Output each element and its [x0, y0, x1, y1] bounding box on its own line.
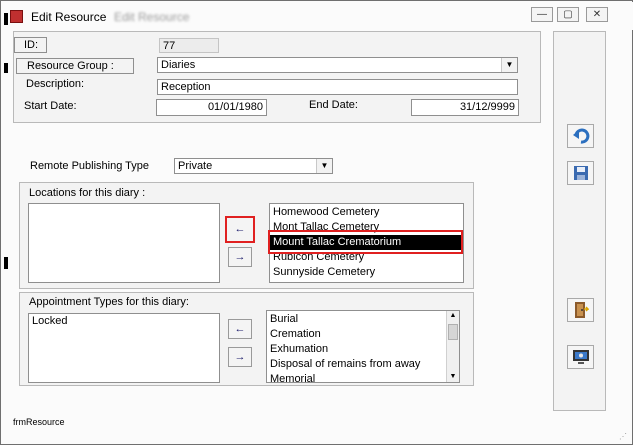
remote-publishing-label: Remote Publishing Type: [30, 160, 150, 172]
remote-publishing-dropdown[interactable]: Private ▼: [174, 158, 333, 174]
arrow-right-icon: →: [234, 351, 246, 363]
edge-mark: [4, 13, 8, 25]
scrollbar[interactable]: ▲ ▼: [446, 311, 459, 382]
selected-appointment-types-list[interactable]: Locked: [28, 313, 220, 383]
details-panel: ID: 77 Resource Group : Diaries ▼ Descri…: [13, 31, 541, 123]
scroll-up-icon[interactable]: ▲: [447, 311, 459, 321]
action-sidebar: [553, 31, 606, 411]
arrow-right-icon: →: [234, 251, 246, 263]
id-label: ID:: [14, 37, 47, 53]
maximize-button[interactable]: ▢: [557, 7, 579, 22]
resource-group-label: Resource Group :: [16, 58, 134, 74]
start-date-field[interactable]: 01/01/1980: [156, 99, 267, 116]
selected-locations-list[interactable]: [28, 203, 220, 283]
list-item[interactable]: Disposal of remains from away: [267, 357, 459, 372]
resize-grip-icon[interactable]: ⋰: [619, 432, 629, 442]
remove-location-button[interactable]: →: [228, 247, 252, 267]
form-name-label: frmResource: [13, 417, 65, 427]
locations-panel: Locations for this diary : ← → Homewood …: [19, 182, 474, 289]
resource-group-value: Diaries: [161, 59, 196, 71]
app-icon: [10, 10, 23, 23]
description-label: Description:: [26, 78, 85, 90]
remote-publishing-value: Private: [178, 160, 213, 172]
arrow-left-icon: ←: [234, 223, 246, 235]
add-appointment-type-button[interactable]: ←: [228, 319, 252, 339]
list-item[interactable]: Homewood Cemetery: [270, 205, 463, 220]
exit-door-icon[interactable]: [567, 298, 594, 322]
list-item[interactable]: Locked: [29, 314, 219, 329]
list-item[interactable]: Cremation: [267, 327, 459, 342]
list-item[interactable]: Exhumation: [267, 342, 459, 357]
description-field[interactable]: Reception: [157, 79, 518, 95]
locations-label: Locations for this diary :: [29, 187, 146, 199]
list-item[interactable]: Sunnyside Cemetery: [270, 265, 463, 280]
window-title: Edit Resource: [31, 10, 107, 24]
chevron-down-icon[interactable]: ▼: [316, 159, 332, 173]
monitor-icon[interactable]: [567, 345, 594, 369]
resource-group-dropdown[interactable]: Diaries ▼: [157, 57, 518, 73]
id-field: 77: [159, 38, 219, 53]
remove-appointment-type-button[interactable]: →: [228, 347, 252, 367]
end-date-label: End Date:: [309, 99, 358, 111]
appointment-types-panel: Appointment Types for this diary: Locked…: [19, 292, 474, 386]
chevron-down-icon[interactable]: ▼: [501, 58, 517, 72]
close-button[interactable]: ✕: [586, 7, 608, 22]
appointment-types-label: Appointment Types for this diary:: [29, 296, 189, 308]
start-date-label: Start Date:: [24, 100, 77, 112]
edit-resource-window: Edit Resource Edit Resource — ▢ ✕ ID: 77…: [0, 0, 633, 445]
list-item[interactable]: Memorial: [267, 372, 459, 382]
add-location-button[interactable]: ←: [225, 216, 255, 243]
title-bar[interactable]: Edit Resource Edit Resource — ▢ ✕: [2, 2, 633, 30]
highlight-box: [268, 230, 463, 254]
scroll-down-icon[interactable]: ▼: [447, 372, 459, 382]
list-item[interactable]: Burial: [267, 312, 459, 327]
save-icon[interactable]: [567, 161, 594, 185]
scroll-thumb[interactable]: [448, 324, 458, 340]
edge-mark: [4, 257, 8, 269]
window-title-ghost: Edit Resource: [114, 10, 190, 24]
edge-mark: [4, 63, 8, 73]
minimize-button[interactable]: —: [531, 7, 553, 22]
available-appointment-types-list[interactable]: Burial Cremation Exhumation Disposal of …: [266, 310, 460, 383]
end-date-field[interactable]: 31/12/9999: [411, 99, 519, 116]
undo-icon[interactable]: [567, 124, 594, 148]
arrow-left-icon: ←: [234, 323, 246, 335]
